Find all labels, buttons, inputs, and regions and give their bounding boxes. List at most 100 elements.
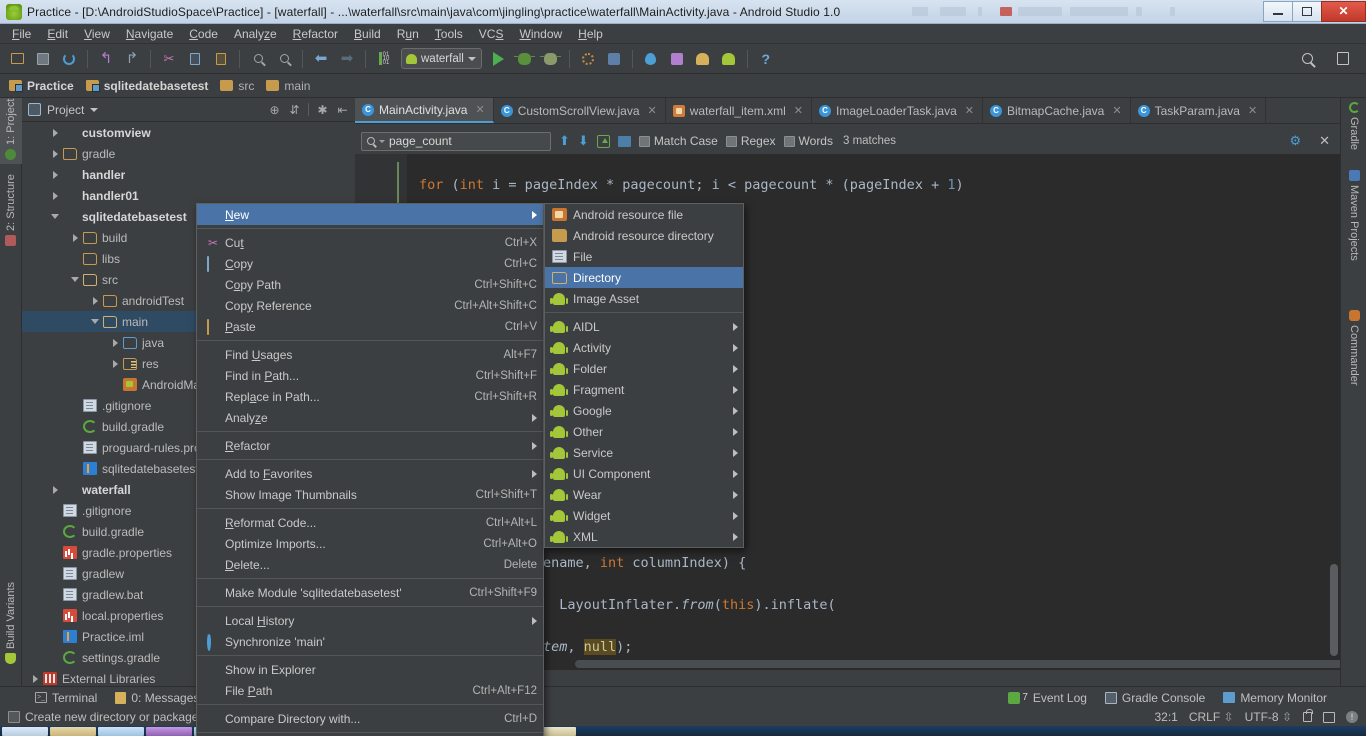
chevron-right-icon[interactable]	[50, 148, 61, 159]
new-submenu-item-file[interactable]: File	[545, 246, 743, 267]
new-submenu-item-service[interactable]: Service	[545, 442, 743, 463]
compile-icon[interactable]: 01 10 01	[373, 48, 395, 70]
settings-icon[interactable]: ✱	[316, 103, 329, 117]
vertical-scrollbar[interactable]	[1330, 564, 1338, 656]
new-submenu-item-ui-component[interactable]: UI Component	[545, 463, 743, 484]
filter-icon[interactable]	[617, 135, 631, 147]
match-case-checkbox[interactable]: Match Case	[638, 134, 718, 148]
run-configuration-selector[interactable]: waterfall	[401, 48, 482, 69]
chevron-right-icon[interactable]	[110, 358, 121, 369]
sidebar-item-structure[interactable]: 2: Structure	[0, 168, 22, 250]
new-submenu-item-android-resource-file[interactable]: Android resource file	[545, 204, 743, 225]
tab-mainactivity-java[interactable]: C MainActivity.java ✕	[355, 98, 494, 123]
tab-bitmapcache-java[interactable]: C BitmapCache.java ✕	[983, 98, 1131, 123]
chevron-right-icon[interactable]	[110, 337, 121, 348]
android-icon[interactable]	[718, 48, 740, 70]
target-icon[interactable]: ⊕	[268, 103, 281, 117]
bottom-button-memory-monitor[interactable]: Memory Monitor	[1214, 691, 1336, 705]
context-menu-item-copy-path[interactable]: Copy Path Ctrl+Shift+C	[197, 274, 543, 295]
bottom-button-terminal[interactable]: >_ Terminal	[26, 691, 106, 705]
back-icon[interactable]: ⬅	[310, 48, 332, 70]
chevron-down-icon[interactable]	[50, 211, 61, 222]
replace-icon[interactable]	[273, 48, 295, 70]
tree-node[interactable]: gradle	[22, 143, 355, 164]
location-icon[interactable]	[640, 48, 662, 70]
context-menu-item-delete[interactable]: Delete... Delete	[197, 554, 543, 575]
context-menu-item-analyze[interactable]: Analyze	[197, 407, 543, 428]
context-menu-item-show-in-explorer[interactable]: Show in Explorer	[197, 659, 543, 680]
context-menu-item-new[interactable]: New	[197, 204, 543, 225]
menu-view[interactable]: View	[76, 25, 118, 43]
new-submenu-item-image-asset[interactable]: Image Asset	[545, 288, 743, 309]
hide-icon[interactable]: ⇤	[336, 103, 349, 117]
close-icon[interactable]: ✕	[965, 104, 974, 117]
menu-refactor[interactable]: Refactor	[285, 25, 346, 43]
chevron-down-icon[interactable]	[379, 139, 385, 143]
hierarchy-icon[interactable]	[1323, 711, 1335, 723]
new-submenu-item-google[interactable]: Google	[545, 400, 743, 421]
tab-customscrollview-java[interactable]: C CustomScrollView.java ✕	[494, 98, 666, 123]
sidebar-item-build-variants[interactable]: Build Variants	[0, 568, 22, 668]
sidebar-item-maven-projects[interactable]: Maven Projects	[1343, 166, 1365, 270]
close-icon[interactable]: ✕	[1112, 104, 1121, 117]
chevron-right-icon[interactable]	[70, 232, 81, 243]
new-submenu-item-android-resource-directory[interactable]: Android resource directory	[545, 225, 743, 246]
breadcrumb-item-sqlitedatebasetest[interactable]: sqlitedatebasetest	[83, 78, 215, 94]
checkbox[interactable]	[725, 135, 737, 147]
breadcrumb-item-practice[interactable]: Practice	[6, 78, 80, 94]
save-all-icon[interactable]	[32, 48, 54, 70]
sidebar-item-project[interactable]: 1: Project	[0, 98, 22, 164]
context-menu-item-reformat-code[interactable]: Reformat Code... Ctrl+Alt+L	[197, 512, 543, 533]
open-project-icon[interactable]	[6, 48, 28, 70]
avd-manager-icon[interactable]	[577, 48, 599, 70]
taskbar-item[interactable]	[98, 726, 144, 736]
collapse-all-icon[interactable]: ⇵	[288, 103, 301, 117]
bottom-button-gradle-console[interactable]: Gradle Console	[1096, 691, 1214, 705]
context-menu-item-make-module-sqlitedatebasetest[interactable]: Make Module 'sqlitedatebasetest' Ctrl+Shi…	[197, 582, 543, 603]
lock-icon[interactable]	[1303, 709, 1313, 722]
words-checkbox[interactable]: Words	[783, 134, 833, 148]
chevron-right-icon[interactable]	[90, 295, 101, 306]
find-next-icon[interactable]: ⬇	[578, 133, 589, 149]
context-menu-item-optimize-imports[interactable]: Optimize Imports... Ctrl+Alt+O	[197, 533, 543, 554]
bottom-button-event-log[interactable]: 7 Event Log	[999, 691, 1096, 705]
menu-window[interactable]: Window	[511, 25, 570, 43]
new-submenu[interactable]: Android resource file Android resource di…	[544, 203, 744, 548]
run-coverage-icon[interactable]	[540, 48, 562, 70]
line-separator[interactable]: CRLF ⇳	[1189, 710, 1234, 724]
horizontal-scrollbar[interactable]	[575, 660, 1340, 668]
gear-icon[interactable]: ⚙	[1289, 133, 1301, 149]
tab-imageloadertask-java[interactable]: C ImageLoaderTask.java ✕	[812, 98, 983, 123]
close-icon[interactable]: ✕	[1248, 104, 1257, 117]
new-submenu-item-folder[interactable]: Folder	[545, 358, 743, 379]
taskbar-item[interactable]	[2, 726, 48, 736]
search-input[interactable]: page_count	[361, 131, 551, 151]
new-submenu-item-fragment[interactable]: Fragment	[545, 379, 743, 400]
find-prev-icon[interactable]: ⬆	[559, 133, 570, 149]
close-icon[interactable]: ✕	[1319, 133, 1330, 149]
context-menu-item-compare-directory-with[interactable]: Compare Directory with... Ctrl+D	[197, 708, 543, 729]
menu-build[interactable]: Build	[346, 25, 389, 43]
new-submenu-item-other[interactable]: Other	[545, 421, 743, 442]
run-icon[interactable]	[488, 48, 510, 70]
context-menu-item-find-usages[interactable]: Find Usages Alt+F7	[197, 344, 543, 365]
context-menu-item-copy-reference[interactable]: Copy Reference Ctrl+Alt+Shift+C	[197, 295, 543, 316]
close-button[interactable]: ✕	[1321, 0, 1366, 22]
cut-icon[interactable]: ✂	[158, 48, 180, 70]
close-icon[interactable]: ✕	[794, 104, 803, 117]
chevron-right-icon[interactable]	[50, 190, 61, 201]
maximize-button[interactable]	[1292, 0, 1321, 22]
chevron-right-icon[interactable]	[50, 169, 61, 180]
menu-code[interactable]: Code	[181, 25, 226, 43]
android-sync-icon[interactable]	[692, 48, 714, 70]
new-submenu-item-aidl[interactable]: AIDL	[545, 316, 743, 337]
context-menu-item-add-to-favorites[interactable]: Add to Favorites	[197, 463, 543, 484]
context-menu-item-file-path[interactable]: File Path Ctrl+Alt+F12	[197, 680, 543, 701]
menu-tools[interactable]: Tools	[427, 25, 471, 43]
sidebar-item-gradle[interactable]: Gradle	[1343, 98, 1365, 158]
chevron-down-icon[interactable]	[90, 316, 101, 327]
paste-icon[interactable]	[210, 48, 232, 70]
bottom-button-messages[interactable]: 0: Messages	[106, 691, 208, 705]
editor-tab-bar[interactable]: C MainActivity.java ✕ C CustomScrollView.jav…	[355, 98, 1340, 124]
tab-taskparam-java[interactable]: C TaskParam.java ✕	[1131, 98, 1267, 123]
